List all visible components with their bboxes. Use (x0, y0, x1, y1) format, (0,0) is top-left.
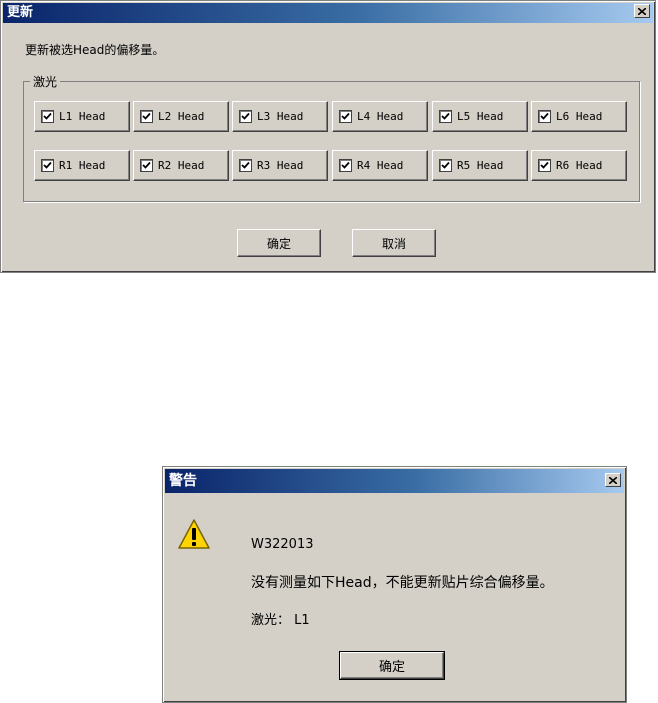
update-cancel-button[interactable]: 取消 (352, 229, 436, 257)
warning-dialog-title: 警告 (169, 473, 197, 489)
head-l1-button[interactable]: L1 Head (34, 101, 130, 132)
checkbox-checked-icon (41, 110, 54, 123)
warning-dialog-titlebar: 警告 (165, 469, 624, 493)
warning-code: W322013 (251, 537, 314, 552)
update-dialog-titlebar: 更新 (3, 3, 653, 23)
head-l2-button[interactable]: L2 Head (133, 101, 229, 132)
warning-laser-line: 激光： L1 (251, 613, 310, 628)
head-r5-button[interactable]: R5 Head (432, 150, 528, 181)
head-label: L1 Head (59, 110, 106, 123)
close-icon (609, 476, 617, 484)
update-dialog: 更新 更新被选Head的偏移量。 激光 L1 Head L2 Head L3 H… (0, 0, 656, 273)
head-l3-button[interactable]: L3 Head (232, 101, 328, 132)
head-r2-button[interactable]: R2 Head (133, 150, 229, 181)
checkbox-checked-icon (239, 110, 252, 123)
close-icon (638, 7, 646, 15)
checkbox-checked-icon (439, 159, 452, 172)
update-close-button[interactable] (634, 4, 650, 18)
checkbox-checked-icon (140, 110, 153, 123)
checkbox-checked-icon (239, 159, 252, 172)
head-l5-button[interactable]: L5 Head (432, 101, 528, 132)
warning-icon (178, 519, 210, 549)
head-label: L5 Head (457, 110, 504, 123)
update-dialog-title: 更新 (7, 5, 34, 20)
checkbox-checked-icon (538, 159, 551, 172)
head-label: L6 Head (556, 110, 603, 123)
laser-group-label: 激光 (30, 73, 61, 90)
laser-group: 激光 (23, 73, 640, 202)
head-r6-button[interactable]: R6 Head (531, 150, 627, 181)
update-instruction: 更新被选Head的偏移量。 (25, 43, 165, 57)
warning-ok-button[interactable]: 确定 (339, 651, 445, 680)
head-label: R6 Head (556, 159, 603, 172)
head-label: R3 Head (257, 159, 304, 172)
warning-close-button[interactable] (605, 473, 621, 487)
checkbox-checked-icon (41, 159, 54, 172)
checkbox-checked-icon (339, 110, 352, 123)
head-label: L3 Head (257, 110, 304, 123)
head-label: L2 Head (158, 110, 205, 123)
warning-message: 没有测量如下Head，不能更新贴片综合偏移量。 (251, 575, 554, 591)
head-label: R2 Head (158, 159, 205, 172)
head-label: R5 Head (457, 159, 504, 172)
head-label: L4 Head (357, 110, 404, 123)
checkbox-checked-icon (339, 159, 352, 172)
checkbox-checked-icon (538, 110, 551, 123)
head-label: R1 Head (59, 159, 106, 172)
warning-dialog: 警告 W322013 没有测量如下Head，不能更新贴片综合偏移量。 激光： L… (162, 466, 627, 703)
head-r1-button[interactable]: R1 Head (34, 150, 130, 181)
head-l6-button[interactable]: L6 Head (531, 101, 627, 132)
head-r4-button[interactable]: R4 Head (332, 150, 428, 181)
head-label: R4 Head (357, 159, 404, 172)
update-ok-button[interactable]: 确定 (237, 229, 321, 257)
checkbox-checked-icon (140, 159, 153, 172)
head-r3-button[interactable]: R3 Head (232, 150, 328, 181)
checkbox-checked-icon (439, 110, 452, 123)
head-l4-button[interactable]: L4 Head (332, 101, 428, 132)
